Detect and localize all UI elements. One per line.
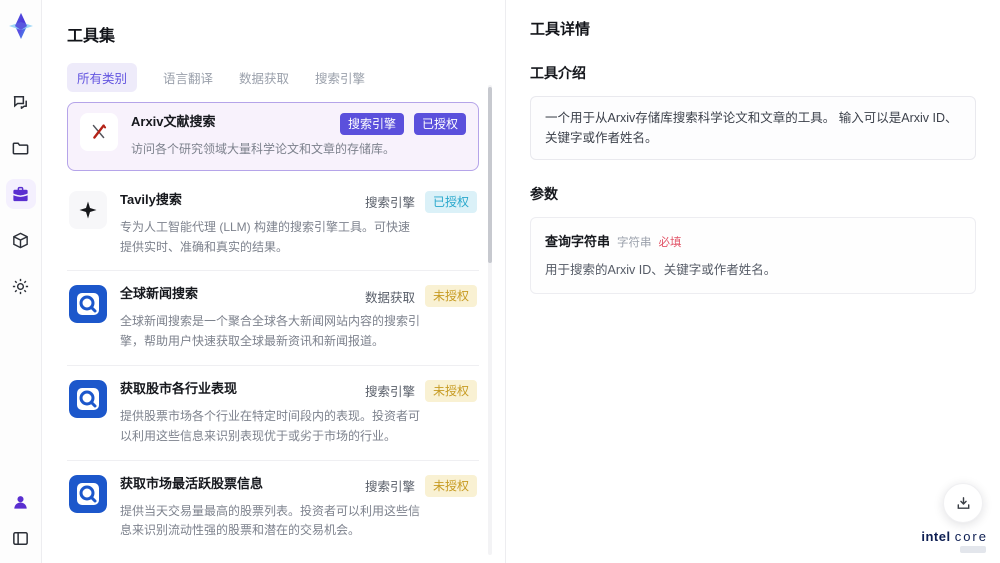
params-heading: 参数 (530, 186, 558, 202)
page-title: 工具集 (67, 28, 116, 45)
scrollbar-thumb[interactable] (488, 87, 492, 263)
collapse-panel-icon (13, 531, 28, 545)
sidebar-item-files[interactable] (6, 133, 36, 163)
globe-icon (69, 379, 107, 418)
chat-icon (13, 95, 27, 109)
user-avatar[interactable] (8, 489, 34, 515)
tool-list-item[interactable]: Arxiv文献搜索 搜索引擎 已授权 访问各个研究领域大量科学论文和文章的存储库。 (67, 102, 479, 171)
sidebar (0, 0, 42, 563)
sidebar-item-settings[interactable] (6, 271, 36, 301)
tool-auth-badge: 未授权 (424, 285, 477, 308)
collapse-sidebar-button[interactable] (8, 525, 34, 551)
tool-description: 提供当天交易量最高的股票列表。投资者可以利用这些信息来识别流动性强的股票和潜在的… (120, 503, 421, 538)
tool-badges: 搜索引擎 未授权 (357, 474, 477, 497)
arxiv-logo-icon (92, 124, 107, 139)
star-icon (69, 190, 107, 229)
blue-search-logo-icon (69, 285, 107, 324)
tool-list-item[interactable]: 全球新闻搜索 数据获取 未授权 全球新闻搜索是一个聚合全球各大新闻网站内容的搜索引… (67, 271, 479, 366)
tool-category-badge: 搜索引擎 (364, 196, 415, 211)
tool-list: Arxiv文献搜索 搜索引擎 已授权 访问各个研究领域大量科学论文和文章的存储库。… (67, 102, 479, 554)
briefcase-icon (13, 186, 28, 201)
tab-data-fetch[interactable]: 数据获取 (239, 63, 289, 92)
intro-heading: 工具介绍 (530, 65, 586, 81)
tool-auth-badge: 已授权 (424, 190, 477, 213)
download-button[interactable] (943, 483, 983, 523)
tab-search-engine[interactable]: 搜索引擎 (315, 63, 365, 92)
sidebar-item-chat[interactable] (6, 87, 36, 117)
parameter-name: 查询字符串 (545, 234, 611, 249)
avatar-icon (14, 495, 27, 509)
tool-description: 访问各个研究领域大量科学论文和文章的存储库。 (131, 142, 396, 156)
tool-category-badge: 搜索引擎 (364, 385, 415, 400)
detail-title: 工具详情 (530, 21, 591, 38)
tool-name: 获取股市各行业表现 (120, 380, 238, 396)
gear-icon (12, 278, 29, 294)
tool-name: Tavily搜索 (120, 191, 182, 207)
intel-core-badge: intel core (921, 529, 988, 553)
download-icon (957, 496, 969, 509)
cube-icon (13, 232, 28, 248)
folder-icon (12, 142, 29, 154)
tool-auth-badge: 已授权 (413, 113, 466, 135)
tool-badges: 搜索引擎 已授权 (332, 113, 466, 135)
blue-search-logo-icon (69, 379, 107, 418)
tool-name: Arxiv文献搜索 (131, 114, 216, 129)
tool-category-badge: 搜索引擎 (339, 113, 404, 135)
tool-detail-panel: 工具详情 工具介绍 一个用于从Arxiv存储库搜索科学论文和文章的工具。 输入可… (505, 0, 1000, 563)
tab-translate[interactable]: 语言翻译 (163, 63, 213, 92)
tool-name: 全球新闻搜索 (120, 286, 199, 302)
sidebar-item-tools[interactable] (5, 179, 36, 209)
tool-list-item[interactable]: 获取市场最活跃股票信息 搜索引擎 未授权 提供当天交易量最高的股票列表。投资者可以… (67, 461, 479, 554)
app-window: 工具集 所有类别 语言翻译 数据获取 搜索引擎 Arxiv文献搜索 搜索引擎 已授权 访… (0, 0, 1000, 563)
tool-list-item[interactable]: Tavily搜索 搜索引擎 已授权 专为人工智能代理 (LLM) 构建的搜索引擎工… (67, 177, 479, 272)
parameter-type: 字符串 (617, 237, 652, 249)
tavily-star-icon (79, 201, 97, 219)
scrollbar[interactable] (488, 85, 492, 555)
tool-category-badge: 数据获取 (364, 290, 415, 305)
sidebar-nav (5, 87, 36, 301)
intel-ultra-chip (960, 546, 986, 553)
parameter-required-flag: 必填 (658, 237, 682, 249)
tool-category-badge: 搜索引擎 (364, 480, 415, 495)
tool-description: 专为人工智能代理 (LLM) 构建的搜索引擎工具。可快速提供实时、准确和真实的结… (120, 219, 411, 254)
tool-badges: 搜索引擎 未授权 (357, 379, 477, 402)
tool-description: 全球新闻搜索是一个聚合全球各大新闻网站内容的搜索引擎，帮助用户快速获取全球最新资… (120, 314, 421, 349)
tool-auth-badge: 未授权 (424, 474, 477, 497)
parameter-card: 查询字符串 字符串 必填 用于搜索的Arxiv ID、关键字或作者姓名。 (530, 217, 976, 294)
tool-badges: 搜索引擎 已授权 (357, 190, 477, 213)
sidebar-bottom (8, 489, 34, 551)
intel-core-label: intel core (921, 529, 988, 544)
tool-badges: 数据获取 未授权 (357, 285, 477, 308)
parameter-header: 查询字符串 字符串 必填 (545, 231, 961, 250)
tool-description: 提供股票市场各个行业在特定时间段内的表现。投资者可以利用这些信息来识别表现优于或… (120, 408, 421, 443)
sidebar-item-models[interactable] (6, 225, 36, 255)
globe-icon (69, 474, 107, 513)
app-logo-icon (6, 11, 36, 41)
tab-all[interactable]: 所有类别 (67, 63, 138, 92)
parameter-description: 用于搜索的Arxiv ID、关键字或作者姓名。 (545, 263, 777, 277)
tool-list-item[interactable]: 获取股市各行业表现 搜索引擎 未授权 提供股票市场各个行业在特定时间段内的表现。投… (67, 366, 479, 461)
arxiv-icon (80, 113, 118, 151)
category-tabs: 所有类别 语言翻译 数据获取 搜索引擎 (67, 63, 479, 92)
globe-icon (69, 285, 107, 324)
intro-text: 一个用于从Arxiv存储库搜索科学论文和文章的工具。 输入可以是Arxiv ID… (530, 96, 976, 160)
blue-search-logo-icon (69, 474, 107, 513)
tool-auth-badge: 未授权 (424, 379, 477, 402)
tool-name: 获取市场最活跃股票信息 (120, 475, 264, 491)
tools-panel: 工具集 所有类别 语言翻译 数据获取 搜索引擎 Arxiv文献搜索 搜索引擎 已授权 访… (42, 0, 505, 563)
